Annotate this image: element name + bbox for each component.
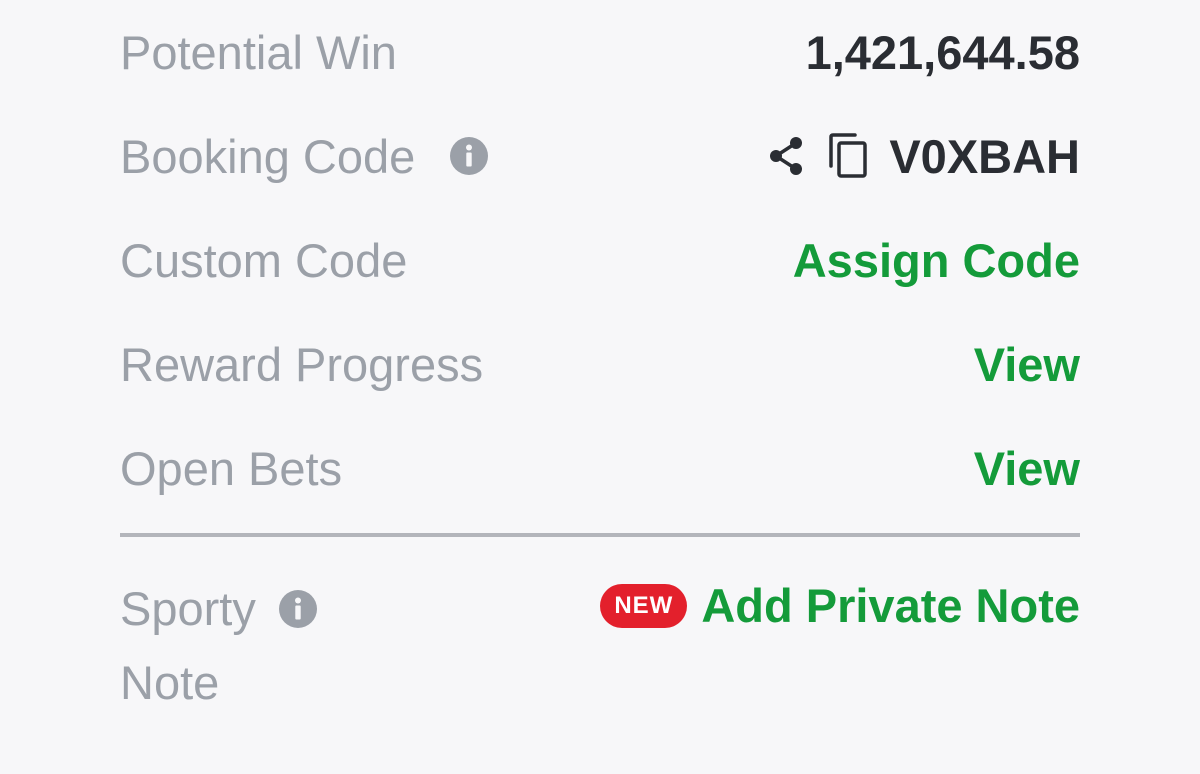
sporty-note-row: Sporty Note NEW Add Private Note	[120, 560, 1080, 720]
info-icon[interactable]	[449, 136, 489, 176]
custom-code-label: Custom Code	[120, 233, 408, 287]
booking-code-label: Booking Code	[120, 129, 416, 183]
booking-code-actions: V0XBAH	[765, 129, 1080, 184]
reward-progress-label: Reward Progress	[120, 337, 484, 391]
sporty-note-label: Sporty Note	[120, 572, 360, 720]
custom-code-row: Custom Code Assign Code	[120, 208, 1080, 312]
potential-win-row: Potential Win 1,421,644.58	[120, 0, 1080, 104]
booking-code-value[interactable]: V0XBAH	[889, 129, 1080, 184]
sporty-note-label-line1: Sporty	[120, 582, 256, 635]
reward-progress-row: Reward Progress View	[120, 312, 1080, 416]
assign-code-link[interactable]: Assign Code	[793, 233, 1080, 288]
reward-progress-view-link[interactable]: View	[974, 337, 1080, 392]
potential-win-value: 1,421,644.58	[805, 25, 1080, 79]
booking-code-row: Booking Code V0XBAH	[120, 104, 1080, 208]
booking-code-label-group: Booking Code	[120, 129, 489, 184]
add-private-note-group: NEW Add Private Note	[600, 578, 1080, 633]
add-private-note-link[interactable]: Add Private Note	[701, 578, 1080, 633]
divider	[120, 533, 1080, 537]
open-bets-view-link[interactable]: View	[974, 441, 1080, 496]
open-bets-label: Open Bets	[120, 441, 343, 495]
info-icon[interactable]	[278, 589, 318, 629]
sporty-note-label-line1-group: Sporty	[120, 572, 360, 646]
potential-win-label: Potential Win	[120, 25, 397, 79]
bet-details-panel: Potential Win 1,421,644.58 Booking Code	[120, 0, 1080, 774]
share-icon[interactable]	[765, 135, 807, 177]
copy-icon[interactable]	[827, 132, 871, 180]
open-bets-row: Open Bets View	[120, 416, 1080, 520]
new-badge: NEW	[600, 583, 688, 628]
sporty-note-label-line2: Note	[120, 656, 220, 709]
